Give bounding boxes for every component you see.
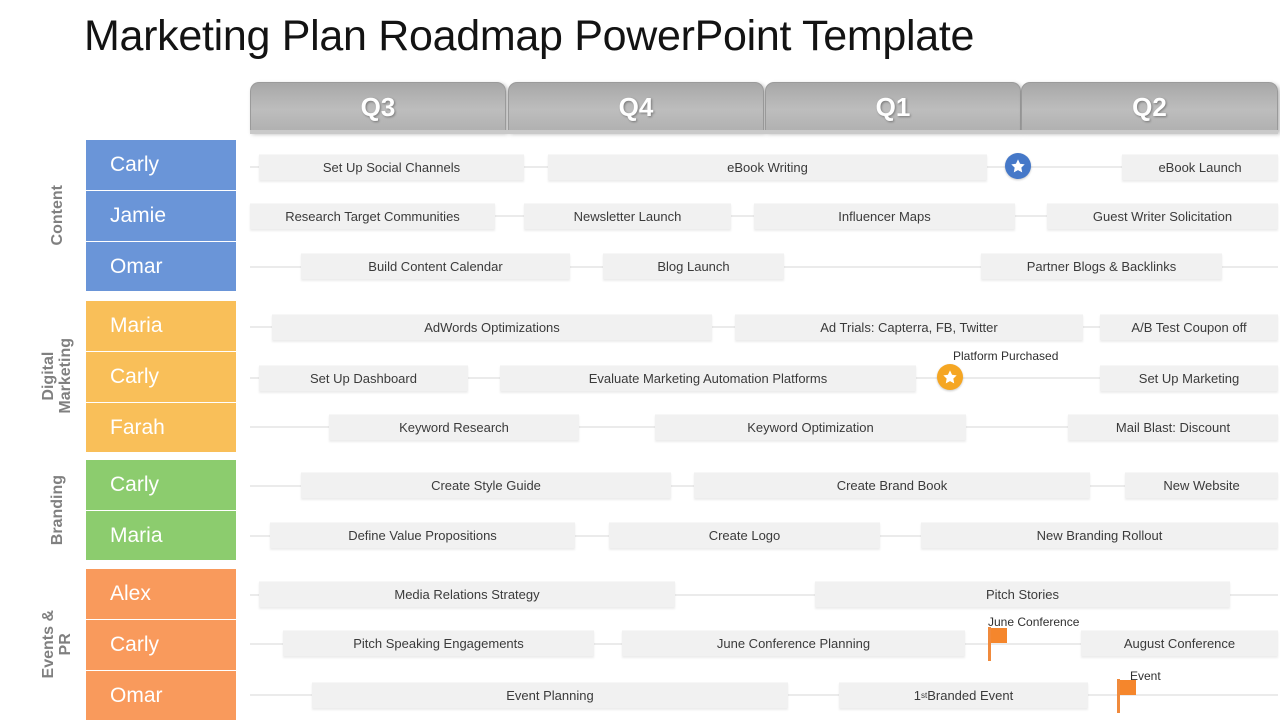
owner-cell-row-0[interactable]: Carly [86,140,236,190]
owner-cell-row-9[interactable]: Carly [86,620,236,670]
task-bar[interactable]: 1st Branded Event [839,682,1088,708]
group-label-digital-marketing: Digital Marketing [26,301,90,451]
task-bar[interactable]: Build Content Calendar [301,253,570,279]
owner-name: Carly [110,365,160,388]
task-bar[interactable]: Pitch Stories [815,581,1230,607]
task-bar[interactable]: Media Relations Strategy [259,581,675,607]
owner-cell-row-6[interactable]: Carly [86,460,236,510]
task-bar[interactable]: August Conference [1081,630,1278,656]
group-label-text: Events & PR [40,609,74,679]
quarter-tab-label: Q4 [618,92,654,122]
group-label-events-pr: Events & PR [26,569,90,719]
task-bar[interactable]: AdWords Optimizations [272,314,712,340]
task-bar[interactable]: Set Up Marketing [1100,365,1278,391]
quarter-tab-q4[interactable]: Q4 [508,82,764,132]
owner-cell-row-8[interactable]: Alex [86,569,236,619]
owner-name: Jamie [110,204,167,227]
task-bar[interactable]: Mail Blast: Discount [1068,414,1278,440]
owner-cell-row-2[interactable]: Omar [86,242,236,291]
owner-cell-row-7[interactable]: Maria [86,511,236,560]
task-bar[interactable]: Event Planning [312,682,788,708]
task-bar[interactable]: Keyword Research [329,414,579,440]
owner-name: Farah [110,415,165,439]
owner-name: Carly [110,633,160,656]
task-bar[interactable]: Create Style Guide [301,472,671,498]
task-bar[interactable]: New Website [1125,472,1278,498]
milestone-label-platform-purchased: Platform Purchased [953,349,1059,363]
group-label-text: Content [48,184,66,246]
group-label-text: Digital Marketing [40,338,74,414]
task-bar[interactable]: Set Up Social Channels [259,154,524,180]
task-bar[interactable]: Influencer Maps [754,203,1015,229]
task-bar[interactable]: Define Value Propositions [270,522,575,548]
owner-name: Omar [110,683,163,707]
owner-name: Omar [110,254,163,278]
task-bar[interactable]: Blog Launch [603,253,784,279]
task-bar[interactable]: Evaluate Marketing Automation Platforms [500,365,916,391]
milestone-label-event: Event [1130,669,1161,683]
quarter-baseline [250,130,1278,134]
task-bar[interactable]: Partner Blogs & Backlinks [981,253,1222,279]
owner-cell-row-1[interactable]: Jamie [86,191,236,241]
quarter-tab-q3[interactable]: Q3 [250,82,506,132]
milestone-star-orange-icon[interactable] [937,364,963,390]
roadmap-slide: Marketing Plan Roadmap PowerPoint Templa… [0,0,1280,720]
owner-cell-row-3[interactable]: Maria [86,301,236,351]
task-bar[interactable]: June Conference Planning [622,630,965,656]
task-bar[interactable]: Keyword Optimization [655,414,966,440]
task-bar[interactable]: Set Up Dashboard [259,365,468,391]
flag-cloth [991,628,1007,643]
group-label-content: Content [26,140,90,290]
task-bar[interactable]: Newsletter Launch [524,203,731,229]
task-bar[interactable]: Create Brand Book [694,472,1090,498]
owner-cell-row-4[interactable]: Carly [86,352,236,402]
milestone-star-blue-icon[interactable] [1005,153,1031,179]
owner-cell-row-5[interactable]: Farah [86,403,236,452]
task-bar[interactable]: A/B Test Coupon off [1100,314,1278,340]
page-title: Marketing Plan Roadmap PowerPoint Templa… [84,12,975,60]
group-label-branding: Branding [26,460,90,560]
task-bar[interactable]: Research Target Communities [250,203,495,229]
owner-name: Carly [110,153,160,176]
quarter-tab-label: Q2 [1132,92,1167,122]
task-bar[interactable]: eBook Writing [548,154,987,180]
milestone-flag-event-icon[interactable] [1117,679,1139,713]
task-bar[interactable]: Pitch Speaking Engagements [283,630,594,656]
owner-name: Maria [110,314,163,337]
task-bar[interactable]: Create Logo [609,522,880,548]
quarter-tab-q2[interactable]: Q2 [1021,82,1278,132]
owner-name: Alex [110,582,151,605]
task-bar[interactable]: New Branding Rollout [921,522,1278,548]
task-bar[interactable]: Ad Trials: Capterra, FB, Twitter [735,314,1083,340]
milestone-label-june-conference: June Conference [988,615,1080,629]
task-bar[interactable]: Guest Writer Solicitation [1047,203,1278,229]
quarter-tab-label: Q1 [875,92,911,122]
quarter-tab-q1[interactable]: Q1 [765,82,1021,132]
group-label-text: Branding [48,474,66,546]
quarter-tab-label: Q3 [360,92,396,122]
milestone-flag-june-conference-icon[interactable] [988,627,1010,661]
owner-name: Maria [110,523,163,547]
owner-name: Carly [110,473,160,496]
owner-cell-row-10[interactable]: Omar [86,671,236,720]
task-bar[interactable]: eBook Launch [1122,154,1278,180]
